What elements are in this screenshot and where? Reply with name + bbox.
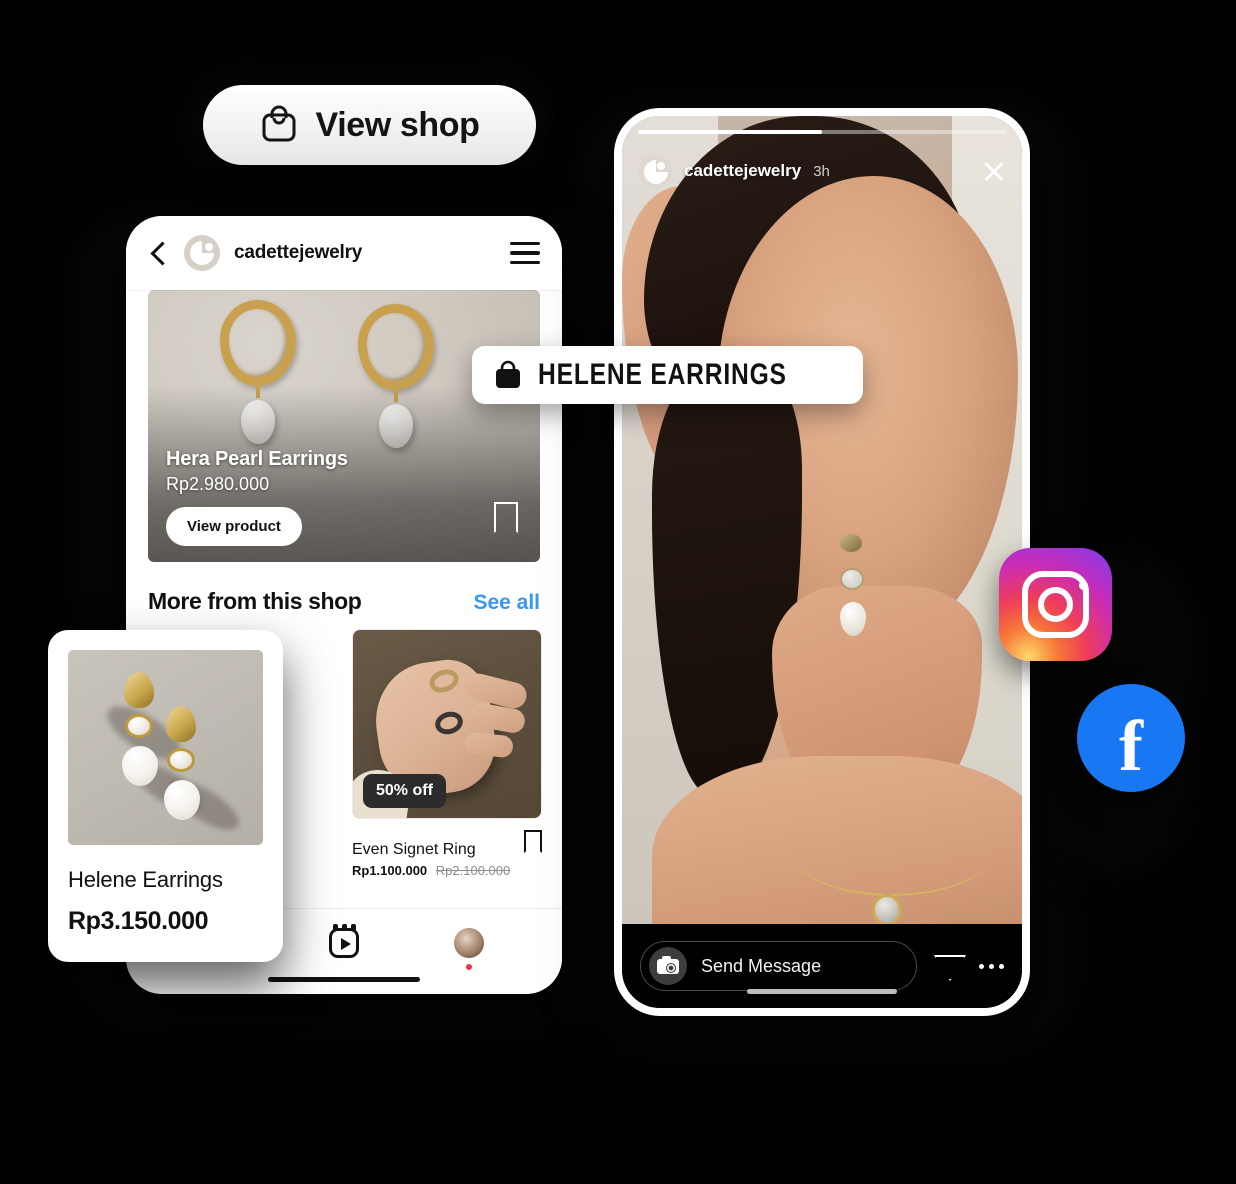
shop-header: cadettejewelry bbox=[126, 216, 562, 290]
product-tile-row: Even Signet Ring bbox=[352, 829, 542, 859]
instagram-badge[interactable] bbox=[999, 548, 1112, 661]
story-footer: Send Message bbox=[622, 924, 1022, 1008]
story-header: cadettejewelry 3h bbox=[638, 148, 1006, 194]
discount-badge: 50% off bbox=[363, 774, 446, 808]
camera-icon[interactable] bbox=[649, 947, 687, 985]
featured-product-title: Hera Pearl Earrings bbox=[166, 448, 348, 470]
product-tag[interactable]: HELENE EARRINGS bbox=[472, 346, 864, 404]
bookmark-icon[interactable] bbox=[494, 502, 518, 538]
close-icon[interactable] bbox=[982, 159, 1006, 183]
model-hair-side bbox=[652, 366, 802, 796]
story-account-name[interactable]: cadettejewelry bbox=[684, 161, 801, 181]
product-tag-label: HELENE EARRINGS bbox=[538, 358, 787, 391]
shopping-bag-icon bbox=[494, 360, 522, 390]
section-title: More from this shop bbox=[148, 588, 362, 614]
helene-earring-right bbox=[164, 706, 200, 820]
profile-avatar-icon[interactable] bbox=[454, 927, 485, 970]
send-message-input[interactable]: Send Message bbox=[640, 941, 917, 991]
featured-product-meta: Hera Pearl Earrings Rp2.980.000 View pro… bbox=[166, 448, 348, 546]
model-earring bbox=[840, 534, 866, 636]
story-progress-bar[interactable] bbox=[638, 130, 1006, 134]
story-progress-fill bbox=[638, 130, 822, 134]
product-price-original: Rp2.100.000 bbox=[435, 863, 511, 878]
helene-product-price: Rp3.150.000 bbox=[68, 907, 209, 935]
reels-icon[interactable] bbox=[328, 923, 359, 958]
account-avatar[interactable] bbox=[184, 235, 220, 271]
helene-product-name: Helene Earrings bbox=[68, 867, 223, 892]
more-options-icon[interactable] bbox=[979, 963, 1004, 969]
facebook-icon: f bbox=[1119, 706, 1143, 786]
facebook-badge[interactable]: f bbox=[1077, 684, 1185, 792]
view-product-button[interactable]: View product bbox=[166, 507, 302, 546]
instagram-dot bbox=[1079, 581, 1088, 590]
instagram-lens bbox=[1038, 587, 1073, 622]
model-necklace-chain bbox=[792, 806, 992, 896]
story-phone: cadettejewelry 3h Send Message bbox=[614, 108, 1030, 1016]
story-photo bbox=[622, 116, 1022, 924]
helene-earrings-photo bbox=[68, 650, 263, 845]
home-indicator bbox=[747, 989, 897, 994]
story-timestamp: 3h bbox=[813, 162, 830, 180]
poster-canvas: View shop cadettejewelry Hera Pearl Earr… bbox=[0, 0, 1236, 1184]
paper-plane-icon[interactable] bbox=[933, 951, 963, 981]
view-shop-button[interactable]: View shop bbox=[203, 85, 536, 165]
more-from-shop-header: More from this shop See all bbox=[126, 562, 562, 629]
helene-product-card[interactable]: Helene Earrings Rp3.150.000 bbox=[48, 630, 283, 962]
featured-product-card[interactable]: Hera Pearl Earrings Rp2.980.000 View pro… bbox=[148, 290, 540, 562]
product-photo: 50% off bbox=[352, 629, 542, 819]
shopping-bag-icon bbox=[260, 103, 298, 148]
see-all-link[interactable]: See all bbox=[473, 591, 540, 615]
home-indicator bbox=[268, 977, 420, 982]
story-screen: cadettejewelry 3h Send Message bbox=[622, 116, 1022, 1008]
product-price: Rp1.100.000 bbox=[352, 863, 428, 878]
account-avatar[interactable] bbox=[638, 154, 672, 188]
bookmark-icon[interactable] bbox=[524, 830, 542, 858]
product-tile[interactable]: 50% off Even Signet Ring Rp1.100.000 Rp2… bbox=[352, 629, 542, 878]
account-name[interactable]: cadettejewelry bbox=[234, 242, 362, 264]
send-message-placeholder: Send Message bbox=[701, 955, 822, 976]
product-price-row: Rp1.100.000 Rp2.100.000 bbox=[352, 863, 542, 878]
featured-product-price: Rp2.980.000 bbox=[166, 474, 270, 494]
product-name: Even Signet Ring bbox=[352, 841, 476, 858]
hamburger-menu-icon[interactable] bbox=[510, 241, 540, 265]
view-shop-label: View shop bbox=[315, 105, 480, 144]
back-chevron-icon[interactable] bbox=[148, 242, 170, 264]
model-necklace-pendant bbox=[872, 894, 902, 924]
helene-earring-left bbox=[122, 672, 158, 786]
